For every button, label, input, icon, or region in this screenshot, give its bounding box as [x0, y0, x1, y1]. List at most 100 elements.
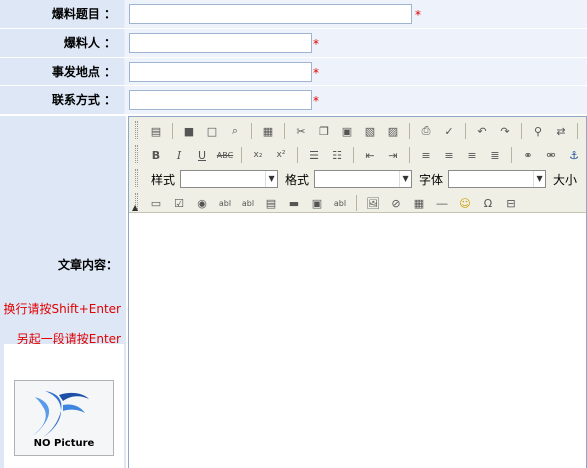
spellcheck-icon[interactable]: ✓ [440, 122, 458, 140]
save-icon[interactable]: ■ [180, 122, 198, 140]
copy-icon[interactable]: ❐ [315, 122, 333, 140]
newline-hint: 换行请按Shift+Enter [3, 302, 121, 316]
picture-box: NO Picture [4, 344, 124, 468]
toolbar-row-3: 样式 ▼ 格式 ▼ 字体 ▼ 大小 [147, 168, 579, 190]
preview-icon[interactable]: ⌕ [226, 122, 244, 140]
subscript-icon[interactable]: x₂ [249, 146, 267, 164]
special-char-icon[interactable]: Ω [479, 194, 497, 212]
align-center-icon[interactable]: ≡ [440, 146, 458, 164]
paste-word-icon[interactable]: ▨ [384, 122, 402, 140]
toolbar-separator [521, 123, 522, 139]
reporter-label: 爆料人 ： [0, 29, 124, 57]
location-input[interactable] [129, 62, 312, 82]
toolbar-row-2: B I U ABC x₂ x² ☰ ☷ ⇤ ⇥ ≡ ≡ ≡ ≣ ⚭ ⚮ ⚓ [147, 144, 583, 166]
field-row-contact: 联系方式 ： * [0, 86, 587, 115]
table-icon[interactable]: ▦ [410, 194, 428, 212]
toolbar-separator [241, 147, 242, 163]
page-break-icon[interactable]: ⊟ [502, 194, 520, 212]
toolbar-separator [284, 123, 285, 139]
no-picture-caption: NO Picture [33, 438, 95, 449]
paste-text-icon[interactable]: ▧ [361, 122, 379, 140]
title-input[interactable] [129, 4, 412, 24]
contact-field-cell: * [125, 86, 587, 114]
cut-icon[interactable]: ✂ [292, 122, 310, 140]
format-select[interactable]: ▼ [314, 170, 413, 188]
smiley-icon[interactable]: ☺ [456, 194, 474, 212]
radio-icon[interactable]: ◉ [193, 194, 211, 212]
source-icon[interactable]: ▤ [147, 122, 165, 140]
chevron-down-icon: ▼ [265, 171, 277, 187]
textfield-icon[interactable]: abl [216, 194, 234, 212]
superscript-icon[interactable]: x² [272, 146, 290, 164]
font-select[interactable]: ▼ [448, 170, 547, 188]
strikethrough-icon[interactable]: ABC [216, 146, 234, 164]
redo-icon[interactable]: ↷ [496, 122, 514, 140]
reporter-field-cell: * [125, 29, 587, 57]
content-label: 文章内容： [57, 258, 118, 272]
toolbar-separator [511, 147, 512, 163]
location-label: 事发地点 ： [0, 58, 124, 85]
toolbar-row-1: ▤ ■ □ ⌕ ▦ ✂ ❐ ▣ ▧ ▨ ⎙ ✓ ↶ ↷ ⚲ ⇄ ▥ [147, 120, 587, 142]
unordered-list-icon[interactable]: ☷ [328, 146, 346, 164]
toolbar-grip[interactable] [135, 169, 138, 187]
paste-icon[interactable]: ▣ [338, 122, 356, 140]
flash-icon[interactable]: ⊘ [387, 194, 405, 212]
textarea-icon[interactable]: abl [239, 194, 257, 212]
reporter-input[interactable] [129, 33, 312, 53]
toolbar-separator [353, 147, 354, 163]
title-field-cell: * [125, 0, 587, 28]
required-marker: * [313, 94, 319, 108]
location-field-cell: * [125, 58, 587, 85]
collapse-toolbar-icon[interactable]: ▲ [132, 203, 138, 212]
field-row-location: 事发地点 ： * [0, 58, 587, 86]
chevron-down-icon: ▼ [533, 171, 545, 187]
chevron-down-icon: ▼ [399, 171, 411, 187]
unlink-icon[interactable]: ⚮ [542, 146, 560, 164]
align-right-icon[interactable]: ≡ [463, 146, 481, 164]
indent-icon[interactable]: ⇥ [384, 146, 402, 164]
image-button-icon[interactable]: ▣ [308, 194, 326, 212]
style-select[interactable]: ▼ [180, 170, 279, 188]
editor-toolbar: ▤ ■ □ ⌕ ▦ ✂ ❐ ▣ ▧ ▨ ⎙ ✓ ↶ ↷ ⚲ ⇄ ▥ [129, 117, 586, 213]
hr-icon[interactable]: ― [433, 194, 451, 212]
italic-icon[interactable]: I [170, 146, 188, 164]
no-picture-image[interactable]: NO Picture [14, 380, 114, 456]
title-label: 爆料题目 ： [0, 0, 124, 28]
font-label: 字体 [419, 172, 444, 187]
underline-icon[interactable]: U [193, 146, 211, 164]
align-left-icon[interactable]: ≡ [417, 146, 435, 164]
hidden-field-icon[interactable]: abl [331, 194, 349, 212]
find-icon[interactable]: ⚲ [529, 122, 547, 140]
toolbar-separator [297, 147, 298, 163]
image-icon[interactable]: 🖼 [364, 194, 382, 212]
toolbar-separator [172, 123, 173, 139]
checkbox-icon[interactable]: ☑ [170, 194, 188, 212]
toolbar-separator [409, 123, 410, 139]
form-icon[interactable]: ▭ [147, 194, 165, 212]
toolbar-grip[interactable] [135, 145, 138, 163]
print-icon[interactable]: ⎙ [417, 122, 435, 140]
contact-label: 联系方式 ： [0, 86, 124, 114]
outdent-icon[interactable]: ⇤ [361, 146, 379, 164]
contact-input[interactable] [129, 90, 312, 110]
undo-icon[interactable]: ↶ [473, 122, 491, 140]
format-label: 格式 [285, 172, 310, 187]
toolbar-separator [251, 123, 252, 139]
new-page-icon[interactable]: □ [203, 122, 221, 140]
button-icon[interactable]: ▬ [285, 194, 303, 212]
toolbar-separator [465, 123, 466, 139]
select-icon[interactable]: ▤ [262, 194, 280, 212]
align-justify-icon[interactable]: ≣ [486, 146, 504, 164]
link-icon[interactable]: ⚭ [519, 146, 537, 164]
templates-icon[interactable]: ▦ [259, 122, 277, 140]
field-row-title: 爆料题目 ： * [0, 0, 587, 29]
bold-icon[interactable]: B [147, 146, 165, 164]
toolbar-grip[interactable] [135, 121, 138, 139]
ordered-list-icon[interactable]: ☰ [305, 146, 323, 164]
anchor-icon[interactable]: ⚓ [565, 146, 583, 164]
logo-icon [33, 391, 89, 437]
required-marker: * [313, 66, 319, 80]
editor-content-area[interactable] [129, 214, 586, 468]
required-marker: * [415, 8, 421, 22]
replace-icon[interactable]: ⇄ [552, 122, 570, 140]
